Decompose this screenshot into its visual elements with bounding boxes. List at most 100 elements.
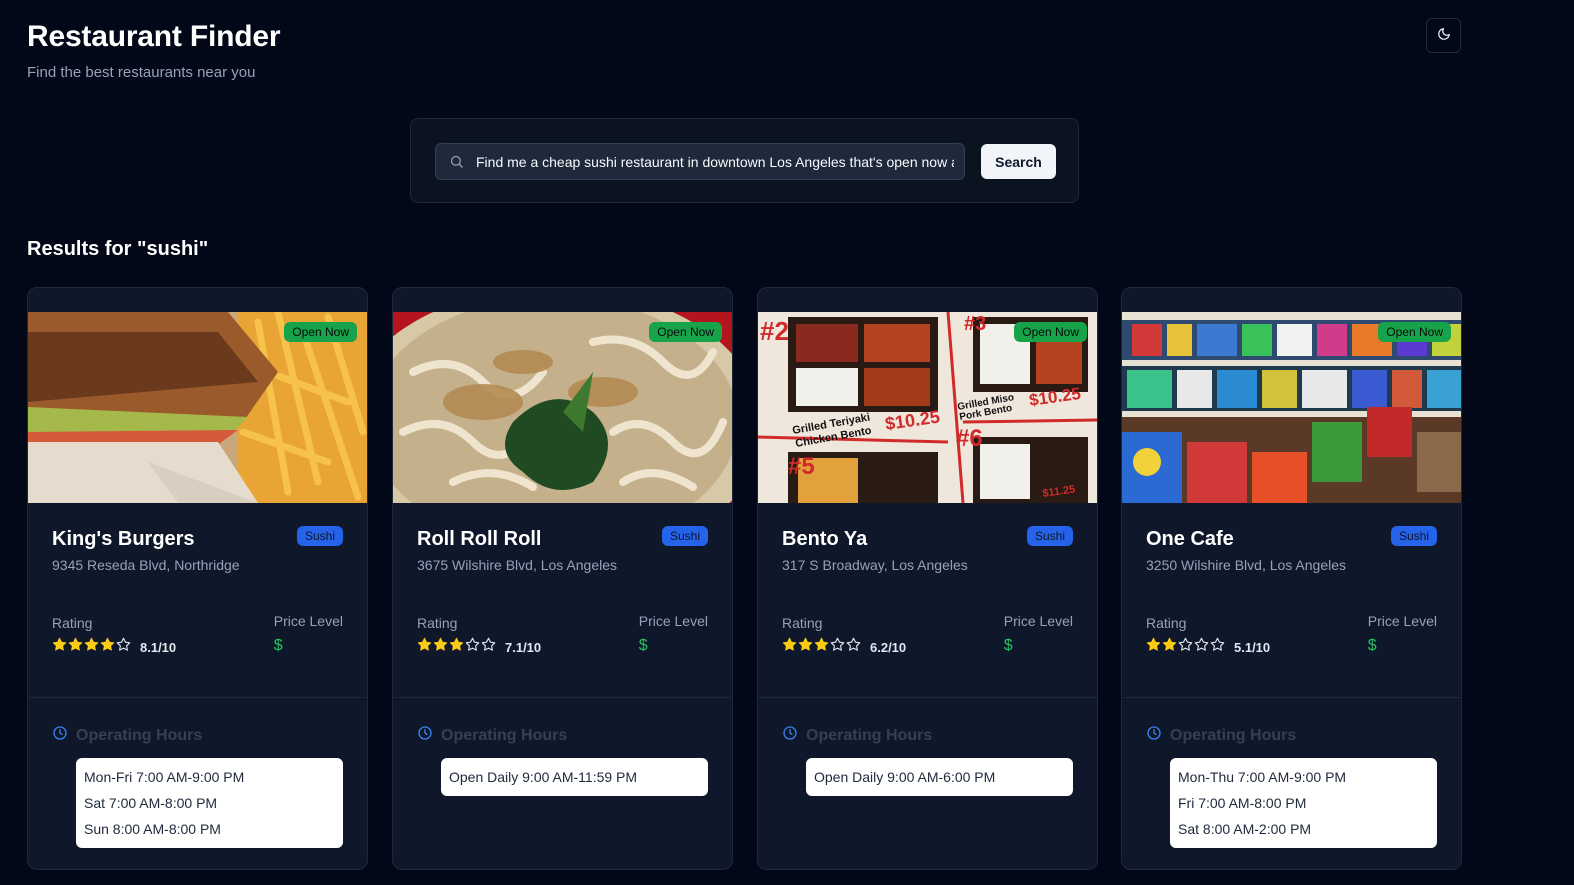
cuisine-badge: Sushi (1390, 526, 1437, 546)
search-icon (436, 154, 476, 169)
rating-label: Rating (782, 615, 823, 631)
clock-icon (1146, 725, 1162, 746)
price-level-value: $ (273, 637, 283, 654)
restaurant-name: King's Burgers (52, 528, 195, 550)
rating-value: 6.2/10 (870, 639, 907, 655)
star-filled-icon (782, 637, 797, 657)
restaurant-address: 3250 Wilshire Blvd, Los Angeles (1146, 557, 1346, 573)
restaurant-photo: Open Now (28, 312, 367, 503)
rating-value: 7.1/10 (505, 639, 542, 655)
star-rating: 6.2/10 (782, 637, 906, 657)
star-rating: 8.1/10 (52, 637, 176, 657)
star-filled-icon (68, 637, 83, 657)
card-divider (393, 697, 732, 698)
price-level-label: Price Level (273, 613, 343, 629)
restaurant-photo: Open Now (1122, 312, 1461, 503)
operating-hours-title: Operating Hours (1170, 726, 1297, 744)
hours-line: Sat 8:00 AM-2:00 PM (1178, 821, 1312, 837)
page-subtitle: Find the best restaurants near you (27, 64, 256, 81)
operating-hours-header: Operating Hours (782, 725, 932, 746)
star-empty-icon (846, 637, 861, 657)
star-empty-icon (465, 637, 480, 657)
star-filled-icon (798, 637, 813, 657)
star-filled-icon (84, 637, 99, 657)
clock-icon (52, 725, 68, 746)
star-empty-icon (116, 637, 131, 657)
open-status-badge: Open Now (1014, 322, 1087, 342)
star-filled-icon (100, 637, 115, 657)
operating-hours-list: Mon-Fri 7:00 AM-9:00 PM Sat 7:00 AM-8:00 … (76, 758, 343, 848)
svg-text:#3: #3 (964, 313, 986, 335)
operating-hours-list: Open Daily 9:00 AM-6:00 PM (806, 758, 1073, 796)
restaurant-card[interactable]: Open Now King's Burgers Sushi 9345 Resed… (27, 287, 368, 870)
price-level-value: $ (1003, 637, 1013, 654)
rating-value: 8.1/10 (140, 639, 177, 655)
app-header: Restaurant Finder Find the best restaura… (27, 20, 281, 81)
clock-icon (417, 725, 433, 746)
restaurant-address: 3675 Wilshire Blvd, Los Angeles (417, 557, 617, 573)
operating-hours-header: Operating Hours (417, 725, 567, 746)
card-body: King's Burgers Sushi 9345 Reseda Blvd, N… (52, 526, 343, 657)
restaurant-name: Bento Ya (782, 528, 868, 550)
hours-line: Sat 7:00 AM-8:00 PM (84, 795, 218, 811)
search-input[interactable] (476, 153, 964, 170)
restaurant-name: One Cafe (1146, 528, 1234, 550)
card-divider (758, 697, 1097, 698)
restaurant-photo: #2 #3 #5 #6 Grilled Teriyaki Chicken Ben… (758, 312, 1097, 503)
restaurant-card[interactable]: #2 #3 #5 #6 Grilled Teriyaki Chicken Ben… (757, 287, 1098, 870)
moon-icon (1437, 27, 1451, 44)
star-empty-icon (481, 637, 496, 657)
svg-text:#2: #2 (760, 316, 789, 346)
operating-hours-list: Open Daily 9:00 AM-11:59 PM (441, 758, 708, 796)
rating-label: Rating (52, 615, 93, 631)
restaurant-card[interactable]: Open Now One Cafe Sushi 3250 Wilshire Bl… (1121, 287, 1462, 870)
rating-label: Rating (1146, 615, 1187, 631)
clock-icon (782, 725, 798, 746)
restaurant-photo: Open Now (393, 312, 732, 503)
operating-hours-header: Operating Hours (1146, 725, 1296, 746)
card-body: Bento Ya Sushi 317 S Broadway, Los Angel… (782, 526, 1073, 657)
hours-line: Open Daily 9:00 AM-6:00 PM (814, 769, 996, 785)
theme-toggle-button[interactable] (1426, 18, 1461, 53)
star-rating: 5.1/10 (1146, 637, 1270, 657)
star-filled-icon (1146, 637, 1161, 657)
operating-hours-title: Operating Hours (806, 726, 933, 744)
svg-text:#5: #5 (788, 453, 815, 480)
open-status-badge: Open Now (284, 322, 357, 342)
rating-value: 5.1/10 (1234, 639, 1271, 655)
search-field[interactable] (435, 143, 965, 180)
rating-label: Rating (417, 615, 458, 631)
card-body: Roll Roll Roll Sushi 3675 Wilshire Blvd,… (417, 526, 708, 657)
cuisine-badge: Sushi (296, 526, 343, 546)
star-filled-icon (449, 637, 464, 657)
hours-line: Sun 8:00 AM-8:00 PM (84, 821, 221, 837)
star-rating: 7.1/10 (417, 637, 541, 657)
svg-text:#6: #6 (956, 425, 983, 452)
card-body: One Cafe Sushi 3250 Wilshire Blvd, Los A… (1146, 526, 1437, 657)
cuisine-badge: Sushi (1026, 526, 1073, 546)
star-empty-icon (1178, 637, 1193, 657)
hours-line: Open Daily 9:00 AM-11:59 PM (449, 769, 638, 785)
price-level-value: $ (1367, 637, 1377, 654)
search-button[interactable]: Search (981, 144, 1056, 179)
card-divider (28, 697, 367, 698)
restaurant-address: 317 S Broadway, Los Angeles (782, 557, 968, 573)
page-title: Restaurant Finder (27, 20, 281, 53)
star-empty-icon (1210, 637, 1225, 657)
star-filled-icon (52, 637, 67, 657)
restaurant-address: 9345 Reseda Blvd, Northridge (52, 557, 240, 573)
operating-hours-title: Operating Hours (76, 726, 203, 744)
star-filled-icon (417, 637, 432, 657)
price-level-label: Price Level (638, 613, 708, 629)
price-level-value: $ (638, 637, 648, 654)
operating-hours-header: Operating Hours (52, 725, 202, 746)
hours-line: Fri 7:00 AM-8:00 PM (1178, 795, 1307, 811)
operating-hours-title: Operating Hours (441, 726, 568, 744)
star-empty-icon (830, 637, 845, 657)
restaurant-card[interactable]: Open Now Roll Roll Roll Sushi 3675 Wilsh… (392, 287, 733, 870)
open-status-badge: Open Now (1378, 322, 1451, 342)
price-level-label: Price Level (1367, 613, 1437, 629)
star-filled-icon (1162, 637, 1177, 657)
hours-line: Mon-Fri 7:00 AM-9:00 PM (84, 769, 245, 785)
star-filled-icon (814, 637, 829, 657)
